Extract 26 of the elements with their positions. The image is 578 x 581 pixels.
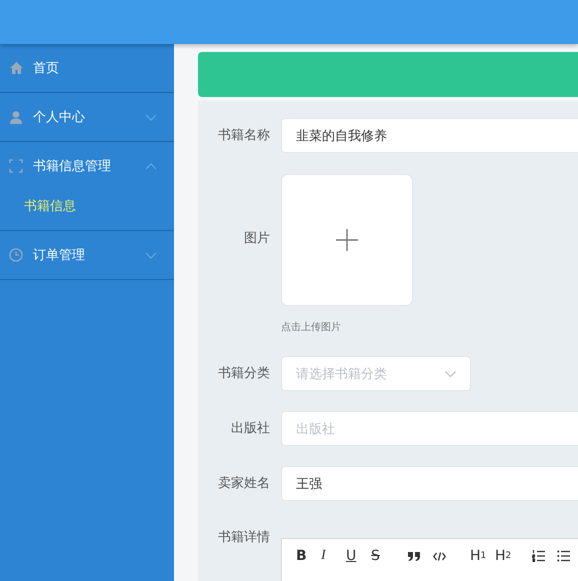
field-label: 出版社 — [230, 420, 271, 438]
toolbar-button[interactable]: S — [371, 548, 396, 564]
input-field[interactable]: 王强 — [281, 466, 578, 501]
quote-icon[interactable] — [408, 552, 420, 560]
home-icon — [10, 62, 22, 74]
field-label: 图片 — [243, 230, 271, 248]
toolbar-button[interactable]: B — [296, 548, 321, 564]
bullet-list-icon[interactable] — [557, 550, 570, 562]
field-label: 书籍名称 — [217, 127, 271, 145]
field-label: 书籍分类 — [217, 365, 271, 383]
toolbar-button[interactable]: U — [346, 548, 371, 564]
chevron-down-icon — [445, 370, 456, 376]
input-field[interactable]: 韭菜的自我修养 — [281, 118, 578, 153]
upload-hint: 点击上传图片 — [281, 320, 342, 334]
code-icon[interactable] — [433, 552, 446, 560]
plus-icon — [336, 229, 358, 251]
chevron-up-icon — [145, 162, 157, 170]
user-icon — [10, 110, 22, 124]
toolbar-button[interactable]: I — [321, 548, 346, 564]
clock-icon — [9, 248, 23, 262]
chevron-down-icon — [145, 114, 157, 120]
ordered-list-icon[interactable] — [532, 550, 545, 562]
frame-icon — [9, 159, 23, 173]
chevron-down-icon — [145, 252, 157, 258]
field-label: 卖家姓名 — [217, 475, 271, 493]
field-label: 书籍详情 — [217, 529, 271, 547]
